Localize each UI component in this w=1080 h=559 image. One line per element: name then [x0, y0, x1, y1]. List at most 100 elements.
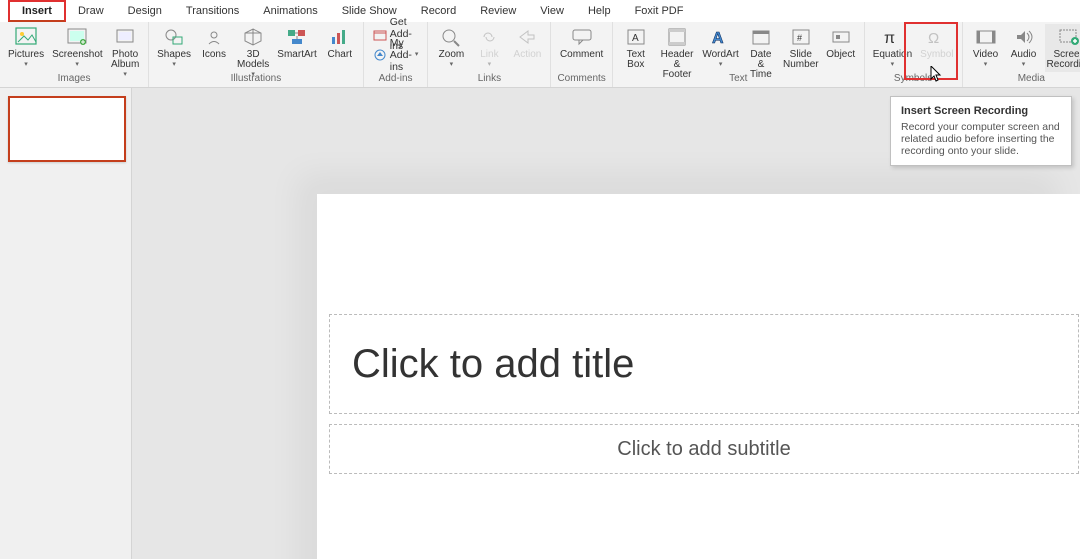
audio-button[interactable]: Audio ▾ — [1007, 24, 1041, 70]
comment-button[interactable]: Comment — [558, 24, 605, 62]
object-button[interactable]: Object — [824, 24, 858, 62]
slide-number-button[interactable]: # Slide Number — [782, 24, 820, 72]
group-addins: Get Add-ins My Add-ins ▾ Add-ins — [364, 22, 429, 87]
link-label: Link — [480, 50, 498, 60]
video-label: Video — [973, 50, 998, 60]
action-label: Action — [514, 50, 542, 60]
my-addins-button[interactable]: My Add-ins ▾ — [370, 45, 422, 65]
tab-transitions[interactable]: Transitions — [174, 2, 251, 20]
chevron-down-icon: ▾ — [415, 52, 419, 58]
header-footer-button[interactable]: Header & Footer — [657, 24, 697, 82]
tab-draw[interactable]: Draw — [66, 2, 116, 20]
header-footer-label: Header & Footer — [659, 50, 695, 80]
ribbon-tabs: Insert Draw Design Transitions Animation… — [0, 0, 1080, 22]
pictures-button[interactable]: Pictures ▾ — [6, 24, 46, 70]
object-icon — [830, 26, 852, 48]
photo-album-button[interactable]: Photo Album ▾ — [108, 24, 142, 80]
tab-foxit[interactable]: Foxit PDF — [623, 2, 696, 20]
screen-recording-label: Screen Recording — [1047, 50, 1080, 70]
svg-text:A: A — [712, 30, 724, 47]
chevron-down-icon: ▾ — [984, 62, 988, 68]
shapes-label: Shapes — [157, 50, 191, 60]
ribbon: Pictures ▾ Screenshot ▾ Photo Album ▾ Im… — [0, 22, 1080, 88]
svg-text:Ω: Ω — [928, 30, 939, 47]
datetime-label: Date & Time — [746, 50, 776, 80]
tab-animations[interactable]: Animations — [251, 2, 329, 20]
cube-icon — [242, 26, 264, 48]
header-footer-icon — [666, 26, 688, 48]
equation-label: Equation — [873, 50, 912, 60]
symbol-button[interactable]: Ω Symbol — [918, 24, 955, 62]
title-placeholder[interactable]: Click to add title — [329, 314, 1079, 414]
screen-recording-icon — [1058, 26, 1080, 48]
photo-album-icon — [114, 26, 136, 48]
group-links: Zoom ▾ Link ▾ Action Links — [428, 22, 551, 87]
tab-design[interactable]: Design — [116, 2, 174, 20]
shapes-icon — [163, 26, 185, 48]
zoom-button[interactable]: Zoom ▾ — [434, 24, 468, 70]
addins-icon — [373, 48, 387, 62]
slide[interactable]: Click to add title Click to add subtitle — [317, 194, 1080, 559]
tab-view[interactable]: View — [528, 2, 576, 20]
slide-number-icon: # — [790, 26, 812, 48]
slide-thumbnail-pane — [0, 88, 132, 559]
svg-text:A: A — [632, 33, 639, 44]
tab-help[interactable]: Help — [576, 2, 623, 20]
3d-models-label: 3D Models — [237, 50, 269, 70]
slide-thumbnail-1[interactable] — [8, 96, 126, 162]
smartart-label: SmartArt — [277, 50, 316, 60]
zoom-icon — [440, 26, 462, 48]
link-icon — [478, 26, 500, 48]
group-symbols: π Equation ▾ Ω Symbol Symbols — [865, 22, 963, 87]
group-text-label: Text — [729, 73, 747, 85]
subtitle-placeholder[interactable]: Click to add subtitle — [329, 424, 1079, 474]
smartart-button[interactable]: SmartArt — [275, 24, 318, 62]
tooltip-title: Insert Screen Recording — [901, 105, 1061, 117]
textbox-label: Text Box — [627, 50, 645, 70]
tab-insert[interactable]: Insert — [8, 0, 66, 22]
svg-text:#: # — [797, 33, 802, 43]
group-media: Video ▾ Audio ▾ Screen Recording Media — [963, 22, 1080, 87]
screenshot-button[interactable]: Screenshot ▾ — [50, 24, 104, 70]
equation-button[interactable]: π Equation ▾ — [871, 24, 914, 70]
my-addins-label: My Add-ins — [390, 37, 412, 73]
action-button[interactable]: Action — [510, 24, 544, 62]
tooltip-screen-recording: Insert Screen Recording Record your comp… — [890, 96, 1072, 166]
chevron-down-icon: ▾ — [172, 62, 176, 68]
group-images: Pictures ▾ Screenshot ▾ Photo Album ▾ Im… — [0, 22, 149, 87]
chart-icon — [329, 26, 351, 48]
chevron-down-icon: ▾ — [488, 62, 492, 68]
screenshot-label: Screenshot — [52, 50, 102, 60]
group-comments: Comment Comments — [551, 22, 612, 87]
wordart-button[interactable]: A WordArt ▾ — [701, 24, 740, 70]
link-button[interactable]: Link ▾ — [472, 24, 506, 70]
shapes-button[interactable]: Shapes ▾ — [155, 24, 193, 70]
tab-review[interactable]: Review — [468, 2, 528, 20]
comment-icon — [571, 26, 593, 48]
group-links-label: Links — [478, 73, 501, 85]
icons-button[interactable]: Icons — [197, 24, 231, 62]
comment-label: Comment — [560, 50, 603, 60]
smartart-icon — [286, 26, 308, 48]
audio-icon — [1013, 26, 1035, 48]
chevron-down-icon: ▾ — [123, 72, 127, 78]
wordart-label: WordArt — [702, 50, 739, 60]
slide-number-label: Slide Number — [783, 50, 819, 70]
group-text: A Text Box Header & Footer A WordArt ▾ D… — [613, 22, 865, 87]
chevron-down-icon: ▾ — [24, 62, 28, 68]
photo-album-label: Photo Album — [111, 50, 139, 70]
screen-recording-button[interactable]: Screen Recording — [1045, 24, 1080, 72]
action-icon — [516, 26, 538, 48]
chart-button[interactable]: Chart — [323, 24, 357, 62]
picture-icon — [15, 26, 37, 48]
svg-text:π: π — [884, 30, 895, 47]
video-button[interactable]: Video ▾ — [969, 24, 1003, 70]
chevron-down-icon: ▾ — [75, 62, 79, 68]
chevron-down-icon: ▾ — [719, 62, 723, 68]
datetime-button[interactable]: Date & Time — [744, 24, 778, 82]
tooltip-body: Record your computer screen and related … — [901, 121, 1061, 157]
symbol-icon: Ω — [926, 26, 948, 48]
3d-models-button[interactable]: 3D Models ▾ — [235, 24, 271, 80]
textbox-button[interactable]: A Text Box — [619, 24, 653, 72]
symbol-label: Symbol — [920, 50, 953, 60]
